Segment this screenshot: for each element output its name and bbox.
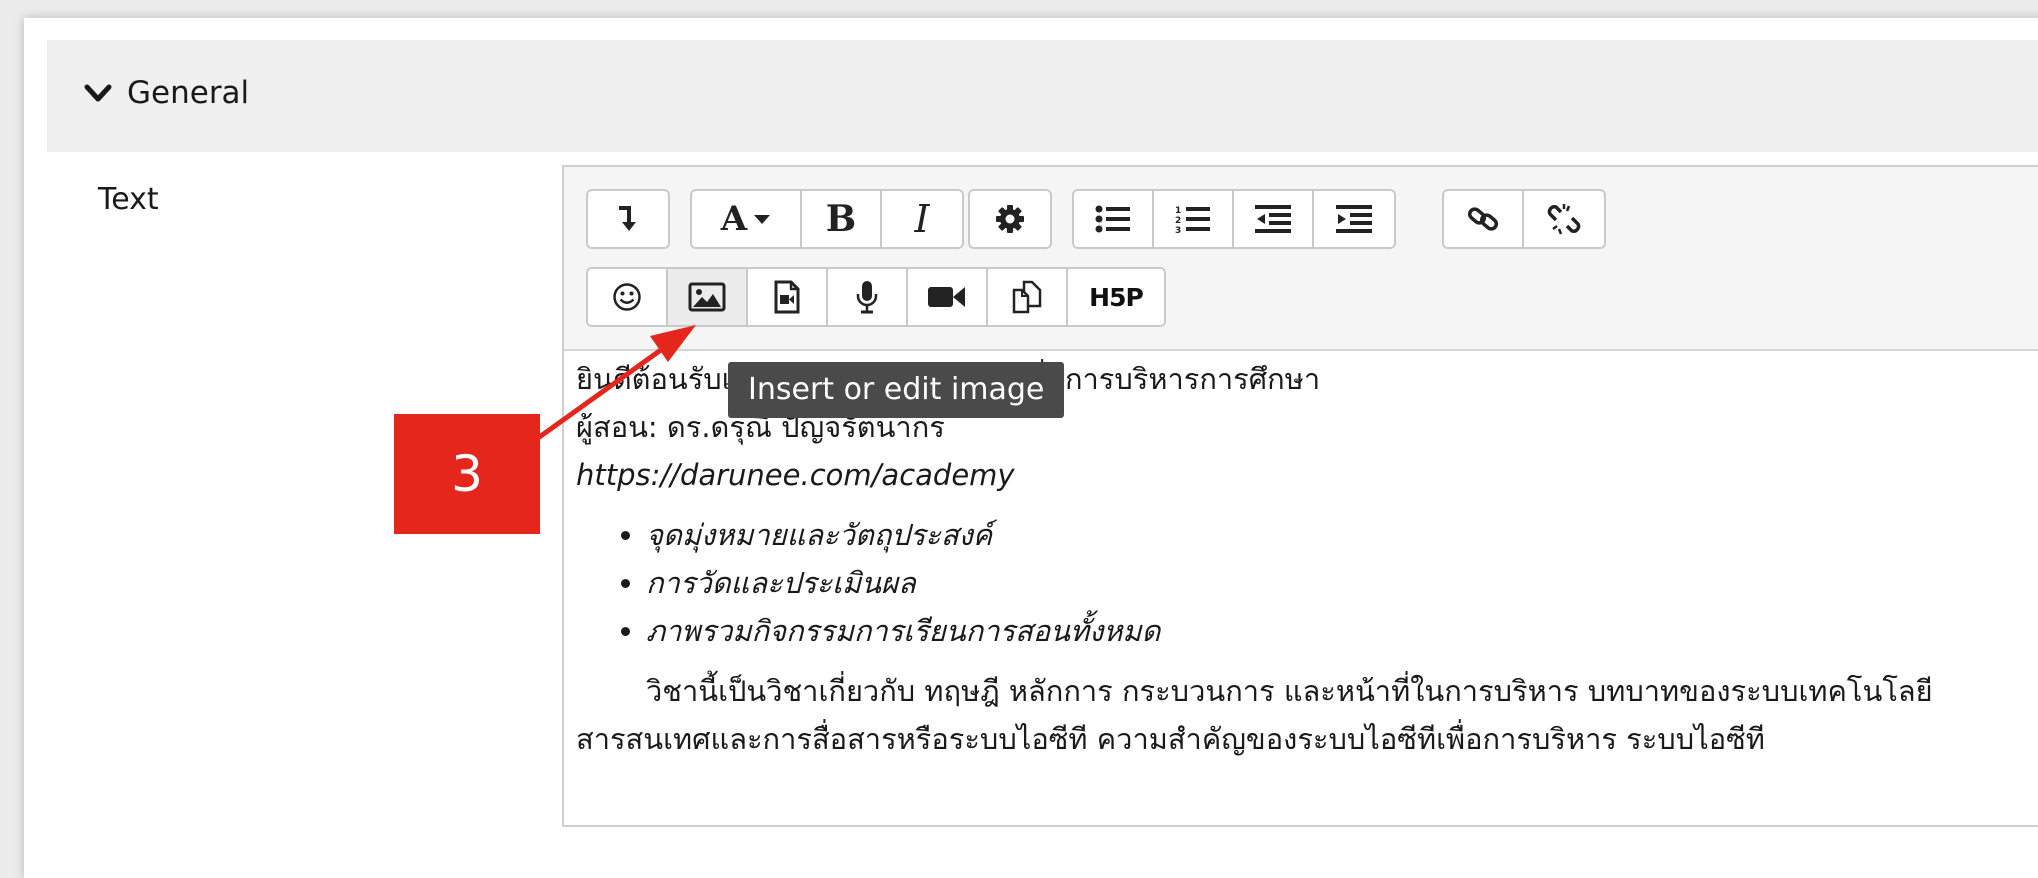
bold-button[interactable]: B	[802, 191, 882, 247]
general-section-header[interactable]: General	[47, 40, 2038, 152]
toolbar-group-insert: H5P	[586, 267, 1166, 327]
link-button[interactable]	[1444, 191, 1524, 247]
chevron-down-icon	[84, 84, 112, 102]
section-title: General	[127, 75, 250, 111]
h5p-icon: H5P	[1089, 282, 1144, 312]
svg-text:1: 1	[1175, 206, 1181, 216]
media-button[interactable]	[748, 269, 828, 325]
unordered-list-button[interactable]	[1074, 191, 1154, 247]
content-description: วิชานี้เป็นวิชาเกี่ยวกับ ทฤษฎี หลักการ ก…	[576, 674, 1933, 756]
unordered-list-icon	[1095, 205, 1130, 233]
toolbar-group-links	[1442, 189, 1606, 249]
rich-text-editor: A B I 1 2 3 H5P นวัตกรรมเพื่อการบริหารกา…	[562, 165, 2038, 827]
gear-icon	[996, 205, 1024, 233]
step-number-badge: 3	[394, 414, 540, 534]
link-icon	[1467, 207, 1499, 231]
video-camera-icon	[928, 287, 965, 307]
smiley-icon	[613, 283, 641, 311]
image-icon	[688, 282, 726, 312]
emoji-button[interactable]	[588, 269, 668, 325]
show-more-buttons-button[interactable]	[588, 191, 668, 247]
record-video-button[interactable]	[908, 269, 988, 325]
indent-icon	[1336, 205, 1372, 233]
record-audio-button[interactable]	[828, 269, 908, 325]
h5p-button[interactable]: H5P	[1068, 269, 1164, 325]
manage-files-button[interactable]	[988, 269, 1068, 325]
content-url: https://darunee.com/academy	[576, 458, 1015, 492]
svg-text:3: 3	[1175, 226, 1181, 234]
font-style-icon: A	[721, 199, 771, 239]
bold-icon: B	[825, 198, 857, 240]
editor-toolbar: A B I 1 2 3 H5P	[564, 167, 2038, 351]
microphone-icon	[856, 281, 878, 314]
ordered-list-button[interactable]: 1 2 3	[1154, 191, 1234, 247]
toolbar-group-lists: 1 2 3	[1072, 189, 1396, 249]
toolbar-group-settings	[968, 189, 1052, 249]
media-file-icon	[774, 280, 800, 314]
toolbar-group-style: A B I	[690, 189, 964, 249]
font-style-button[interactable]: A	[692, 191, 802, 247]
content-bullet-list: จุดมุ่งหมายและวัตถุประสงค์ การวัดและประเ…	[576, 511, 2038, 655]
outdent-icon	[1255, 205, 1291, 233]
list-item: จุดมุ่งหมายและวัตถุประสงค์	[646, 511, 2038, 559]
insert-image-tooltip: Insert or edit image	[728, 362, 1065, 418]
italic-button[interactable]: I	[882, 191, 962, 247]
unlink-icon	[1547, 204, 1581, 235]
collapse-icon	[619, 206, 636, 231]
insert-image-button[interactable]	[668, 269, 748, 325]
outdent-button[interactable]	[1234, 191, 1314, 247]
italic-icon: I	[914, 197, 930, 241]
svg-text:2: 2	[1175, 216, 1181, 226]
settings-button[interactable]	[970, 191, 1050, 247]
toolbar-group-collapse	[586, 189, 670, 249]
ordered-list-icon: 1 2 3	[1175, 206, 1210, 234]
list-item: การวัดและประเมินผล	[646, 559, 2038, 607]
text-field-label: Text	[98, 182, 159, 217]
list-item: ภาพรวมกิจกรรมการเรียนการสอนทั้งหมด	[646, 607, 2038, 655]
indent-button[interactable]	[1314, 191, 1394, 247]
files-icon	[1012, 280, 1042, 314]
unlink-button[interactable]	[1524, 191, 1604, 247]
